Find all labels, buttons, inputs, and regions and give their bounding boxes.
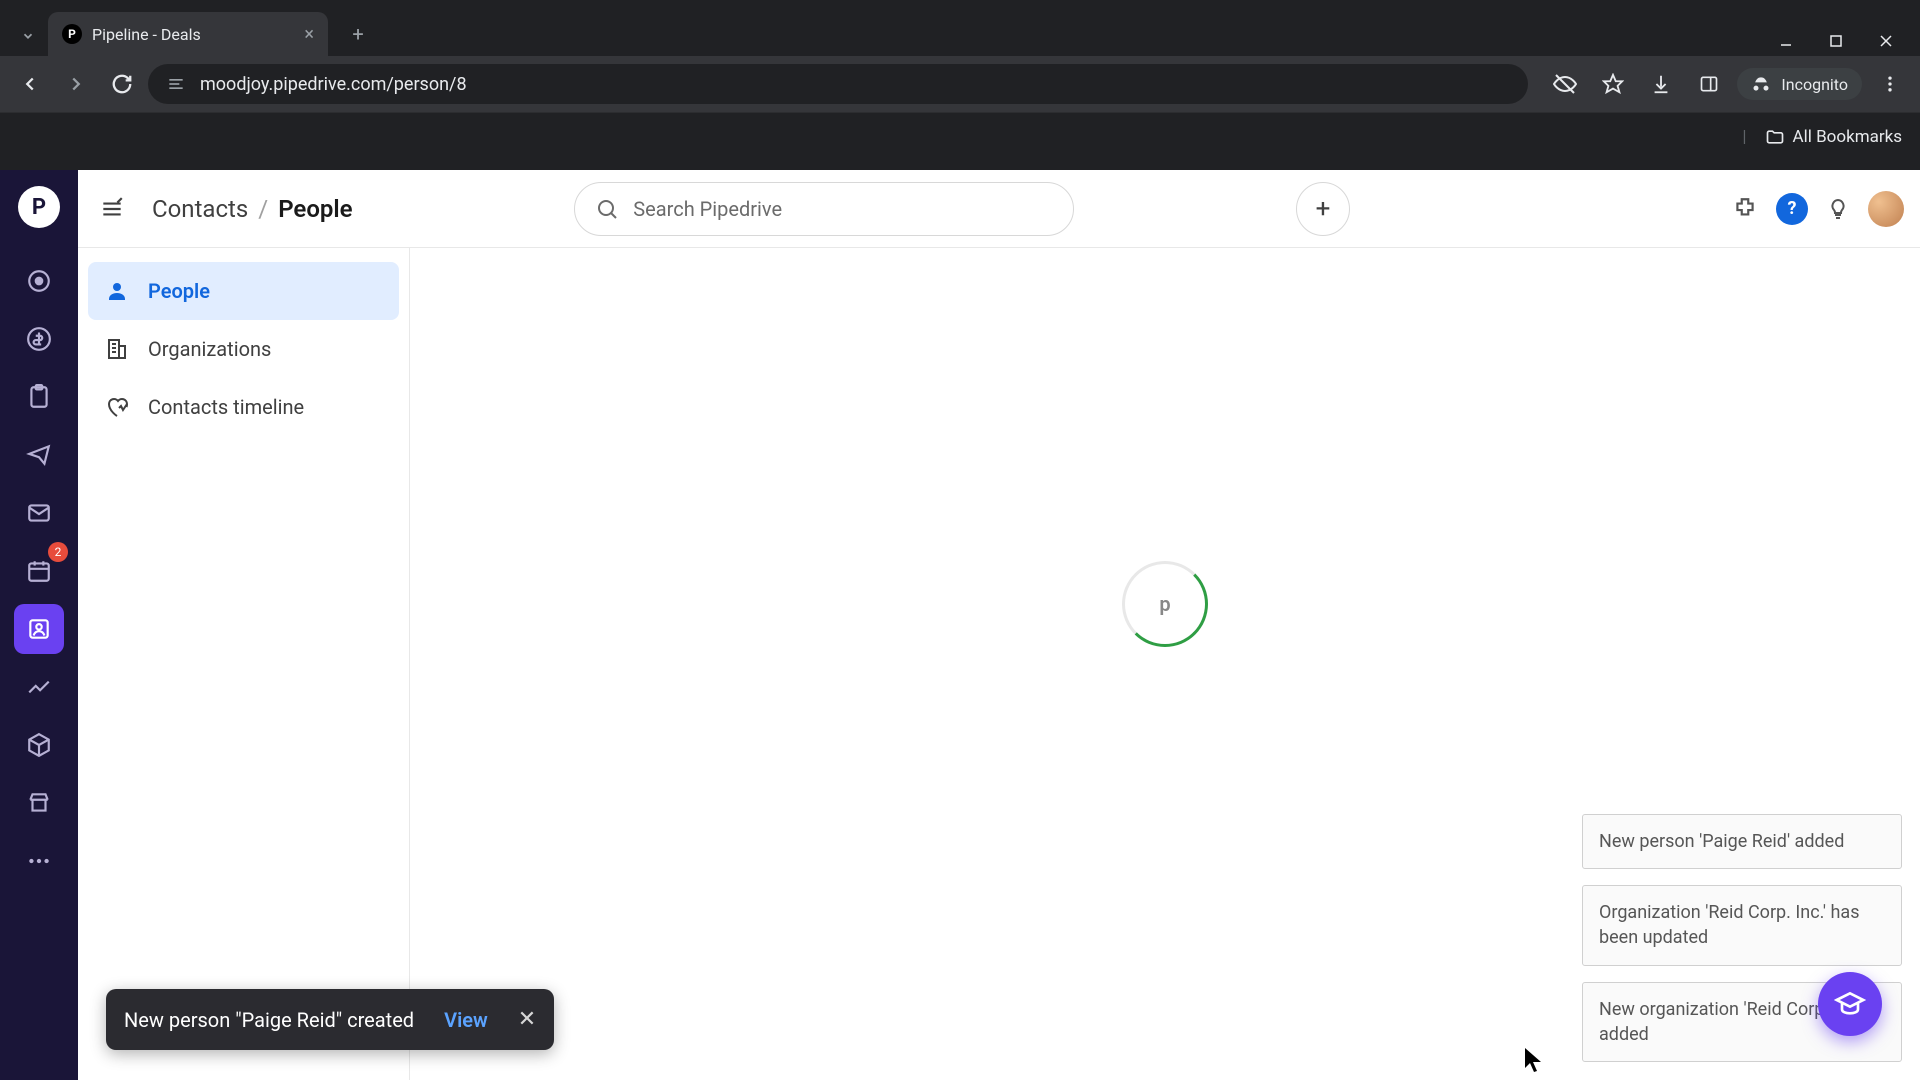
tab-favicon: P (62, 24, 82, 44)
collapse-sidebar-button[interactable] (94, 191, 130, 227)
site-info-icon[interactable] (166, 74, 186, 94)
add-button[interactable]: + (1296, 182, 1350, 236)
maximize-button[interactable] (1816, 26, 1856, 56)
sidebar-item-timeline[interactable]: Contacts timeline (88, 378, 399, 436)
rail-item-projects[interactable] (14, 372, 64, 422)
mouse-cursor (1525, 1048, 1543, 1074)
lightbulb-icon[interactable] (1826, 197, 1850, 221)
browser-tab[interactable]: P Pipeline - Deals × (48, 12, 328, 56)
close-window-button[interactable] (1866, 26, 1906, 56)
rail-item-deals[interactable] (14, 314, 64, 364)
window-controls (1766, 18, 1920, 56)
notification-text: Organization 'Reid Corp. Inc.' has been … (1599, 902, 1859, 948)
tab-strip: P Pipeline - Deals × + (0, 0, 1920, 56)
help-badge[interactable]: ? (1776, 193, 1808, 225)
sidebar-item-organizations[interactable]: Organizations (88, 320, 399, 378)
back-button[interactable] (10, 64, 50, 104)
new-tab-button[interactable]: + (340, 16, 376, 52)
heart-timeline-icon (104, 395, 130, 419)
breadcrumb-root[interactable]: Contacts (152, 195, 248, 223)
all-bookmarks-link[interactable]: All Bookmarks (1793, 127, 1902, 147)
url-bar[interactable]: moodjoy.pipedrive.com/person/8 (148, 64, 1528, 104)
search-icon (595, 197, 619, 221)
incognito-label: Incognito (1781, 75, 1848, 94)
app-header: Contacts / People Search Pipedrive + ? (78, 170, 1920, 248)
forward-button[interactable] (56, 64, 96, 104)
bookmark-star-icon[interactable] (1593, 64, 1633, 104)
extensions-icon[interactable] (1732, 196, 1758, 222)
kebab-menu-icon[interactable] (1870, 64, 1910, 104)
notification-text: New person 'Paige Reid' added (1599, 831, 1844, 852)
academy-fab[interactable] (1818, 972, 1882, 1036)
snackbar-close-icon[interactable]: ✕ (518, 1007, 536, 1032)
sidebar-item-label: People (148, 279, 210, 303)
rail-item-products[interactable] (14, 720, 64, 770)
snackbar-message: New person "Paige Reid" created (124, 1008, 414, 1032)
browser-toolbar: moodjoy.pipedrive.com/person/8 Incognito (0, 56, 1920, 112)
sidebar-item-label: Contacts timeline (148, 395, 304, 419)
user-avatar[interactable] (1868, 191, 1904, 227)
notification-item[interactable]: New person 'Paige Reid' added (1582, 814, 1902, 869)
folder-icon (1765, 127, 1785, 147)
minimize-button[interactable] (1766, 26, 1806, 56)
downloads-icon[interactable] (1641, 64, 1681, 104)
close-tab-icon[interactable]: × (304, 24, 314, 45)
rail-item-campaigns[interactable] (14, 430, 64, 480)
rail-item-activities[interactable]: 2 (14, 546, 64, 596)
breadcrumb: Contacts / People (152, 195, 353, 223)
browser-chrome: P Pipeline - Deals × + moodjoy.pipedrive… (0, 0, 1920, 170)
rail-item-focus[interactable] (14, 256, 64, 306)
bookmarks-bar: | All Bookmarks (0, 112, 1920, 160)
tab-title: Pipeline - Deals (92, 25, 201, 44)
nav-rail: P 2 (0, 170, 78, 1080)
url-text: moodjoy.pipedrive.com/person/8 (200, 74, 467, 95)
rail-item-marketplace[interactable] (14, 778, 64, 828)
notification-text: New organization 'Reid Corp.' added (1599, 999, 1831, 1045)
rail-item-mail[interactable] (14, 488, 64, 538)
search-input[interactable]: Search Pipedrive (574, 182, 1074, 236)
person-icon (104, 279, 130, 303)
breadcrumb-current: People (278, 195, 352, 223)
incognito-eye-icon[interactable] (1545, 64, 1585, 104)
rail-item-insights[interactable] (14, 662, 64, 712)
incognito-chip[interactable]: Incognito (1737, 68, 1862, 100)
rail-badge: 2 (48, 542, 68, 562)
sidebar-item-people[interactable]: People (88, 262, 399, 320)
app-main: People Organizations Contacts timeline p (78, 248, 1920, 1080)
notification-item[interactable]: Organization 'Reid Corp. Inc.' has been … (1582, 885, 1902, 965)
tab-search-dropdown[interactable] (8, 16, 48, 56)
contacts-sidebar: People Organizations Contacts timeline (78, 248, 410, 1080)
app-logo[interactable]: P (18, 186, 60, 228)
reload-button[interactable] (102, 64, 142, 104)
snackbar-view-link[interactable]: View (444, 1008, 488, 1032)
sidebar-item-label: Organizations (148, 337, 271, 361)
spinner-logo: p (1159, 592, 1170, 616)
rail-item-more[interactable] (14, 836, 64, 886)
sidepanel-icon[interactable] (1689, 64, 1729, 104)
search-placeholder: Search Pipedrive (633, 197, 782, 221)
breadcrumb-separator: / (258, 195, 268, 223)
loading-spinner: p (1122, 561, 1208, 647)
app-body: Contacts / People Search Pipedrive + ? (78, 170, 1920, 1080)
building-icon (104, 337, 130, 361)
rail-item-contacts[interactable] (14, 604, 64, 654)
app-root: P 2 Contacts / People (0, 170, 1920, 1080)
snackbar: New person "Paige Reid" created View ✕ (106, 989, 554, 1050)
